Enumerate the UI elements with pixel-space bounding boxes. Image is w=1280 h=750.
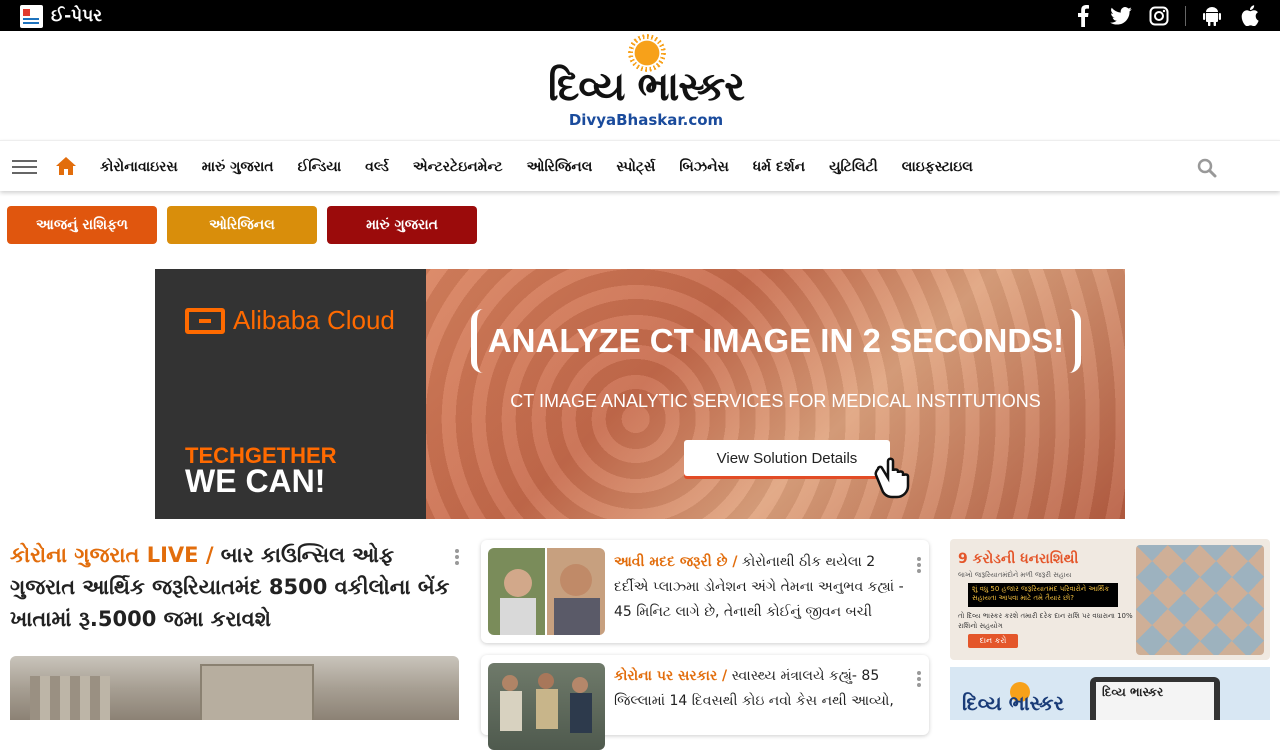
apple-icon[interactable] — [1238, 4, 1262, 28]
story-text: કોરોના પર સરકાર / સ્વાસ્થ્ય મંત્રાલયે કહ… — [614, 664, 909, 714]
ad-image-panel: ANALYZE CT IMAGE IN 2 SECONDS! CT IMAGE … — [426, 269, 1125, 519]
gujarat-button[interactable]: મારું ગુજરાત — [327, 206, 477, 244]
lead-story-kicker: કોરોના ગુજરાત LIVE / — [10, 543, 214, 567]
donation-promo-banner[interactable]: 9 કરોડની ધનરાશિથી લાખો જરૂરિયાતમંદોને મળ… — [950, 539, 1270, 660]
ad-brand-panel: Alibaba Cloud TECHGETHER WE CAN! — [155, 269, 426, 519]
original-button[interactable]: ઓરિજિનલ — [167, 206, 317, 244]
social-links — [1071, 3, 1262, 28]
home-icon[interactable] — [55, 155, 77, 177]
promo-note: તો દિવ્ય ભાસ્કર કરશે તમારી દરેક દાન રાશિ… — [958, 612, 1133, 630]
ad-tagline-2: WE CAN! — [185, 463, 326, 499]
promo-logo: દિવ્ય ભાસ્કર — [962, 691, 1064, 715]
site-logo[interactable]: દિવ્ય ભાસ્કર DivyaBhaskar.com — [540, 34, 752, 130]
nav-item-lifestyle[interactable]: લાઇફસ્ટાઇલ — [902, 159, 973, 175]
horoscope-button[interactable]: આજનું રાશિફળ — [7, 206, 157, 244]
android-icon[interactable] — [1200, 4, 1224, 28]
epaper-promo-banner[interactable]: દિવ્ય ભાસ્કર દિવ્ય ભાસ્કર — [950, 667, 1270, 720]
donate-button[interactable]: દાન કરો — [968, 634, 1018, 648]
nav-item-original[interactable]: ઓરિજિનલ — [527, 159, 593, 175]
story-kicker: આવી મદદ જરૂરી છે / — [614, 554, 738, 570]
story-card[interactable]: આવી મદદ જરૂરી છે / કોરોનાથી ઠીક થયેલા 2 … — [481, 540, 929, 643]
promo-title: 9 કરોડની ધનરાશિથી — [958, 551, 1079, 567]
story-text: આવી મદદ જરૂરી છે / કોરોનાથી ઠીક થયેલા 2 … — [614, 550, 909, 625]
nav-item-india[interactable]: ઈન્ડિયા — [298, 159, 342, 175]
logo-title: દિવ્ય ભાસ્કર — [548, 64, 745, 110]
hamburger-menu-icon[interactable] — [12, 160, 37, 174]
instagram-icon[interactable] — [1147, 4, 1171, 28]
more-options-icon[interactable] — [917, 557, 921, 573]
nav-item-sports[interactable]: સ્પોર્ટ્સ — [616, 159, 655, 175]
divider — [1185, 5, 1186, 26]
epaper-label: ઈ-પેપર — [51, 6, 103, 26]
lead-story-title[interactable]: કોરોના ગુજરાત LIVE / બાર કાઉન્સિલ ઓફ ગુજ… — [10, 539, 450, 635]
pointer-hand-icon — [872, 455, 918, 507]
nav-item-religion[interactable]: ધર્મ દર્શન — [753, 159, 805, 175]
more-options-icon[interactable] — [455, 549, 459, 565]
story-image — [488, 663, 605, 750]
advertisement-banner[interactable]: Alibaba Cloud TECHGETHER WE CAN! ANALYZE… — [155, 269, 1125, 519]
promo-question: શું વધુ 50 હજાર જરૂરિયાતમંદ પરિવારોને આર… — [968, 583, 1118, 607]
search-icon[interactable] — [1197, 158, 1217, 178]
ad-cta-button[interactable]: View Solution Details — [684, 440, 890, 476]
logo-domain: DivyaBhaskar.com — [568, 111, 724, 129]
ad-headline: ANALYZE CT IMAGE IN 2 SECONDS! — [471, 309, 1081, 373]
newspaper-icon — [20, 4, 43, 28]
promo-subtitle: લાખો જરૂરિયાતમંદોને મળી જરૂરી સહાય — [958, 571, 1072, 579]
facebook-icon[interactable] — [1071, 4, 1095, 28]
story-kicker: કોરોના પર સરકાર / — [614, 668, 728, 684]
main-nav: કોરોનાવાઇરસ મારું ગુજરાત ઈન્ડિયા વર્લ્ડ … — [0, 140, 1280, 191]
nav-item-utility[interactable]: યુટિલિટી — [829, 159, 878, 175]
epaper-link[interactable]: ઈ-પેપર — [20, 4, 102, 28]
lead-story[interactable]: કોરોના ગુજરાત LIVE / બાર કાઉન્સિલ ઓફ ગુજ… — [10, 539, 450, 635]
nav-item-gujarat[interactable]: મારું ગુજરાત — [202, 159, 274, 175]
ad-brand: Alibaba Cloud — [185, 305, 395, 336]
story-image — [488, 548, 605, 635]
nav-item-entertainment[interactable]: એન્ટરટેઇનમેન્ટ — [413, 159, 503, 175]
ad-brand-label: Alibaba Cloud — [233, 305, 395, 335]
nav-item-world[interactable]: વર્લ્ડ — [365, 159, 389, 175]
nav-item-business[interactable]: બિઝનેસ — [679, 159, 729, 175]
nav-items: કોરોનાવાઇરસ મારું ગુજરાત ઈન્ડિયા વર્લ્ડ … — [100, 141, 997, 192]
nav-item-coronavirus[interactable]: કોરોનાવાઇરસ — [100, 159, 178, 175]
promo-photo-collage — [1136, 545, 1264, 655]
tablet-screen-title: દિવ્ય ભાસ્કર — [1096, 682, 1214, 720]
ad-subline: CT IMAGE ANALYTIC SERVICES FOR MEDICAL I… — [510, 391, 1041, 411]
twitter-icon[interactable] — [1109, 4, 1133, 28]
top-bar: ઈ-પેપર — [0, 0, 1280, 31]
lead-story-image[interactable] — [10, 656, 459, 720]
alibaba-cloud-logo-icon — [185, 307, 225, 334]
story-card[interactable]: કોરોના પર સરકાર / સ્વાસ્થ્ય મંત્રાલયે કહ… — [481, 655, 929, 750]
more-options-icon[interactable] — [917, 671, 921, 687]
